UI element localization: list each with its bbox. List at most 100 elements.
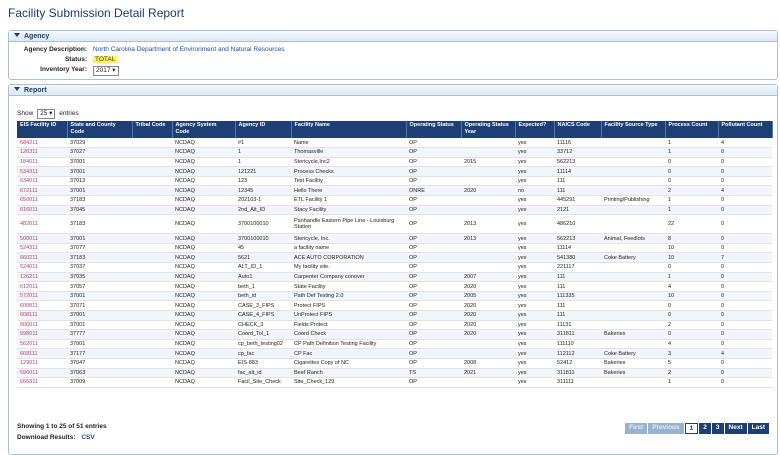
agency-description-label: Agency Description: (23, 46, 87, 53)
table-cell: Coord Check (291, 329, 406, 340)
table-cell: 4 (665, 339, 718, 350)
table-cell: 221117 (554, 262, 601, 273)
first-page-button[interactable]: First (625, 423, 648, 434)
table-cell: OP (406, 339, 461, 350)
table-cell: no (515, 185, 554, 197)
facility-id-link[interactable]: 126211 (17, 272, 67, 283)
next-page-button[interactable]: Next (724, 423, 747, 434)
table-cell (132, 300, 172, 311)
facility-id-link[interactable]: 660211 (17, 252, 67, 264)
facility-id-link[interactable]: 524311 (17, 243, 67, 254)
column-header[interactable]: Process Count (665, 121, 719, 138)
facility-id-link[interactable]: 596011 (17, 368, 67, 379)
column-header[interactable]: Facility Source Type (601, 121, 666, 138)
facility-id-link[interactable]: 684211 (17, 138, 67, 149)
table-cell (601, 214, 665, 235)
table-cell: 486210 (554, 214, 601, 235)
table-cell: yes (515, 310, 554, 321)
table-cell: OP (406, 262, 461, 273)
table-cell: 0 (718, 214, 772, 235)
table-cell (461, 195, 515, 206)
csv-download-link[interactable]: CSV (81, 434, 94, 441)
column-header[interactable]: NAICS Code (554, 121, 602, 138)
facility-id-link[interactable]: 524011 (17, 262, 67, 273)
page-2-button[interactable]: 2 (699, 423, 711, 434)
table-cell: 111 (554, 176, 601, 187)
facility-id-link[interactable]: 562011 (17, 339, 67, 350)
table-row: 608111 37001 NCDAQ CASE_4_FIPS UnProtect FIP… (17, 310, 772, 321)
table-cell: 0 (718, 377, 772, 388)
agency-section-header[interactable]: Agency (9, 31, 777, 42)
table-cell (601, 157, 665, 168)
column-header[interactable]: Expected? (515, 121, 555, 138)
table-cell: NCDAQ (172, 233, 235, 244)
table-cell (132, 358, 172, 369)
table-cell: yes (515, 214, 554, 235)
page-3-button[interactable]: 3 (711, 423, 724, 434)
table-row: 126211 37035 NCDAQ Auto1 Carpenter Company c… (17, 272, 772, 283)
table-cell: 0 (718, 329, 772, 340)
facility-id-link[interactable]: 612011 (17, 281, 67, 292)
page-size-select[interactable]: 25 ▾ (37, 109, 56, 119)
column-header[interactable]: Pollutant Count (718, 121, 773, 138)
table-cell: 0 (665, 262, 718, 273)
collapse-triangle-icon (14, 87, 20, 91)
facility-id-link[interactable]: 650011 (17, 195, 67, 206)
facility-id-link[interactable]: 500011 (17, 233, 67, 244)
table-cell: OP (406, 281, 461, 292)
table-cell: OP (406, 310, 461, 321)
facility-id-link[interactable]: 600011 (17, 300, 67, 311)
facility-id-link[interactable]: 634011 (17, 176, 67, 187)
report-section: Report Show 25 ▾ entries EIS Facility ID… (8, 84, 778, 455)
table-cell: NCDAQ (172, 310, 235, 321)
table-cell: cp_fac (235, 348, 291, 359)
column-header[interactable]: Operating Status (406, 121, 462, 138)
inventory-year-select[interactable]: 2017 ▾ (93, 66, 119, 76)
page-1-button[interactable]: 1 (684, 423, 699, 434)
table-cell: 111 (554, 310, 601, 321)
table-cell: yes (515, 358, 554, 369)
table-cell: 121221 (235, 166, 291, 177)
facility-id-link[interactable]: 666311 (17, 377, 67, 388)
table-cell: 111 (554, 185, 601, 197)
facility-id-link[interactable]: 668111 (17, 348, 67, 359)
facility-id-link[interactable]: 184011 (17, 157, 67, 168)
previous-page-button[interactable]: Previous (648, 423, 684, 434)
column-header[interactable]: Tribal Code (132, 121, 173, 138)
table-cell (461, 147, 515, 158)
column-header[interactable]: EIS Facility ID (17, 121, 68, 138)
table-cell: NCDAQ (172, 205, 235, 216)
facility-id-link[interactable]: 616011 (17, 205, 67, 216)
column-header[interactable]: Agency System Code (172, 121, 236, 138)
table-cell: 0 (718, 272, 772, 283)
column-header[interactable]: Facility Name (291, 121, 407, 138)
table-cell: 11114 (554, 243, 601, 254)
report-section-header[interactable]: Report (9, 85, 777, 96)
facility-id-link[interactable]: 126311 (17, 147, 67, 158)
facility-id-link[interactable]: 482011 (17, 214, 67, 235)
facility-id-link[interactable]: 129011 (17, 358, 67, 369)
table-cell: ETL Facility 1 (291, 195, 406, 206)
table-row: 524011 37037 NCDAQ ALT_ID_1 My facility site… (17, 262, 772, 273)
table-row: 606011 37001 NCDAQ CHECK_3 Fields Protect OP 2… (17, 320, 772, 331)
table-cell (461, 262, 515, 273)
table-cell: Thomasville (291, 147, 406, 158)
table-row: 598011 37777 NCDAQ Coord_Tol_1 Coord Check OP… (17, 329, 772, 340)
column-header[interactable]: Agency ID (235, 121, 292, 138)
facility-id-link[interactable]: 608111 (17, 310, 67, 321)
facility-id-link[interactable]: 598011 (17, 329, 67, 340)
table-cell: 11114 (554, 166, 601, 177)
column-header[interactable]: State and County Code (67, 121, 133, 138)
facility-id-link[interactable]: 606011 (17, 320, 67, 331)
inventory-year-label: Inventory Year: (40, 66, 87, 73)
column-header[interactable]: Operating Status Year (461, 121, 516, 138)
last-page-button[interactable]: Last (747, 423, 769, 434)
table-cell: NCDAQ (172, 272, 235, 283)
table-row: 596011 37063 NCDAQ fac_alt_id Beef Ranch TS 20… (17, 368, 772, 379)
facility-id-link[interactable]: 534311 (17, 166, 67, 177)
table-row: 668111 37177 NCDAQ cp_fac CP Fac OP yes 112112 C… (17, 348, 772, 359)
facility-id-link[interactable]: 672111 (17, 185, 67, 197)
table-cell (601, 185, 665, 197)
facility-id-link[interactable]: 572011 (17, 291, 67, 302)
table-cell: 2013 (461, 214, 515, 235)
